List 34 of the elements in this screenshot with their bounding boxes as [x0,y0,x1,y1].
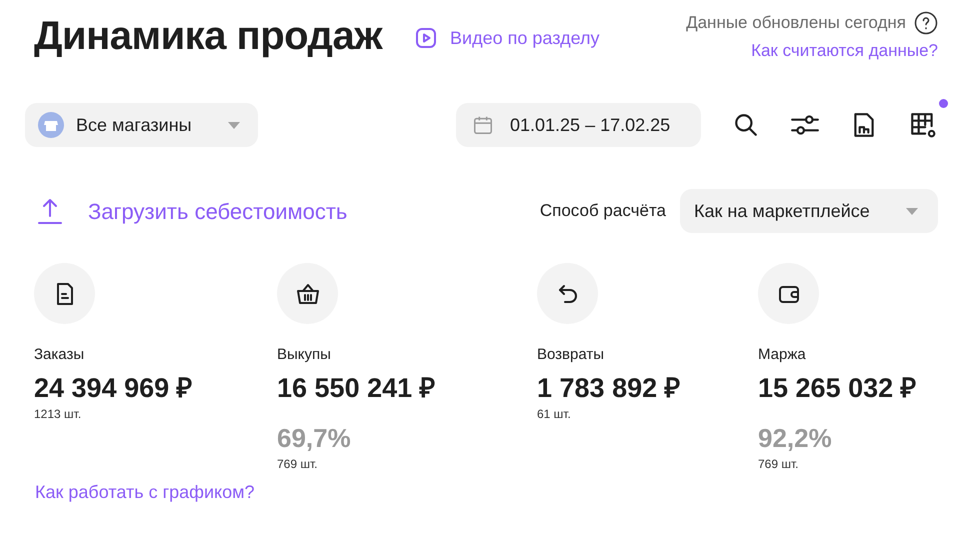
video-link[interactable]: Видео по разделу [414,24,600,52]
store-select[interactable]: Все магазины [25,103,258,147]
caret-icon [906,208,918,214]
date-range-field[interactable]: 01.01.25 – 17.02.25 [456,103,701,147]
play-icon [414,26,438,50]
help-link[interactable]: Как считаются данные? [751,38,938,63]
metric-label: Выкупы [277,345,332,365]
metric-label: Заказы [34,345,86,365]
metric-count: 61 шт. [537,406,572,422]
upload-cost-button[interactable]: Загрузить себестоимость [36,194,348,228]
metric-count: 769 шт. [758,456,800,472]
metric-percent: 69,7% [277,422,352,452]
table-gear-icon [909,111,937,139]
metric-count: 1213 шт. [34,406,82,422]
calendar-icon [472,114,494,136]
metric-label: Возвраты [537,345,606,365]
caret-icon [228,122,240,128]
search-icon [733,112,759,138]
update-status: Данные обновлены сегодня [686,12,906,34]
metric-amount: 15 265 032 ₽ [758,372,918,404]
metric-amount: 24 394 969 ₽ [34,372,194,404]
metric-percent: 92,2% [758,422,833,452]
basket-icon [294,282,320,306]
metric-amount: 16 550 241 ₽ [277,372,437,404]
calc-method-select[interactable]: Как на маркетплейсе [680,189,938,233]
metric-amount: 1 783 892 ₽ [537,372,682,404]
metric-count: 769 шт. [277,456,318,472]
chart-help-link[interactable]: Как работать с графиком? [35,478,255,506]
store-icon [38,112,64,138]
calc-method-label: Способ расчёта [540,200,666,222]
page-title: Динамика продаж [34,13,382,60]
help-icon[interactable] [914,10,938,35]
upload-icon [36,196,64,226]
metric-label: Маржа [758,345,807,365]
